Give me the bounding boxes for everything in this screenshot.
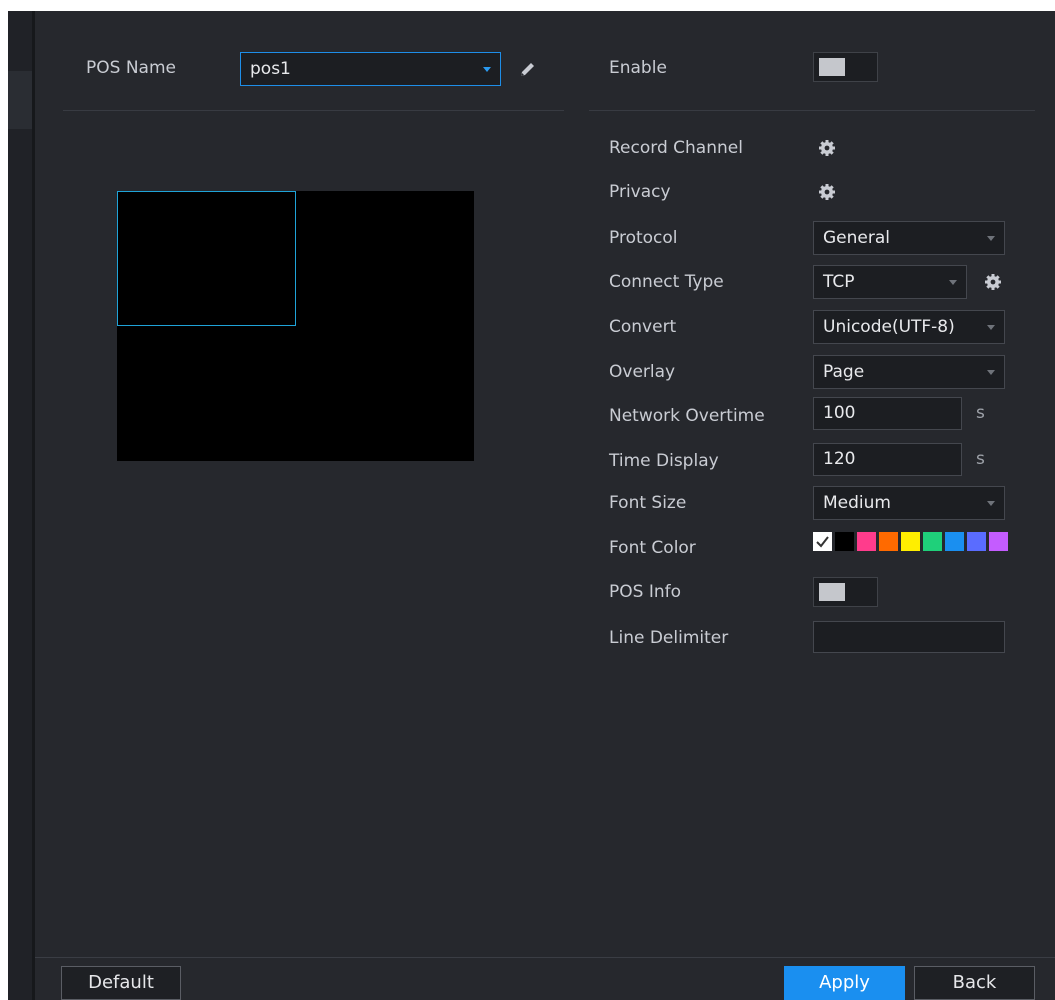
overlay-value: Page: [823, 362, 865, 382]
main-panel: [35, 11, 1055, 957]
font-color-swatch[interactable]: [879, 532, 898, 551]
font-size-value: Medium: [823, 493, 891, 513]
left-margin: [0, 11, 8, 1000]
font-color-swatch[interactable]: [923, 532, 942, 551]
network-overtime-input[interactable]: 100: [813, 397, 962, 430]
toggle-knob: [819, 58, 845, 76]
overlay-select[interactable]: Page: [813, 355, 1005, 389]
apply-button[interactable]: Apply: [784, 966, 905, 1000]
chevron-down-icon: [987, 325, 995, 330]
pencil-icon[interactable]: [517, 58, 539, 80]
gear-icon[interactable]: [984, 273, 1002, 291]
top-margin: [0, 0, 1055, 11]
right-divider: [589, 110, 1035, 111]
record-channel-label: Record Channel: [609, 138, 743, 158]
pos-name-label: POS Name: [86, 58, 176, 78]
toggle-knob: [819, 583, 845, 601]
pos-info-label: POS Info: [609, 582, 682, 602]
overlay-label: Overlay: [609, 362, 676, 382]
font-color-swatch[interactable]: [989, 532, 1008, 551]
chevron-down-icon: [483, 67, 491, 72]
protocol-select[interactable]: General: [813, 221, 1005, 255]
font-color-swatch-selected[interactable]: [813, 532, 832, 551]
chevron-down-icon: [949, 280, 957, 285]
line-delimiter-input[interactable]: [813, 621, 1005, 653]
line-delimiter-label: Line Delimiter: [609, 628, 729, 648]
chevron-down-icon: [987, 236, 995, 241]
connect-type-value: TCP: [823, 272, 855, 292]
font-color-swatch[interactable]: [967, 532, 986, 551]
privacy-label: Privacy: [609, 182, 671, 202]
sidebar-tab-active[interactable]: [8, 71, 32, 129]
protocol-label: Protocol: [609, 228, 678, 248]
connect-type-select[interactable]: TCP: [813, 265, 967, 299]
font-color-swatch[interactable]: [835, 532, 854, 551]
font-color-swatch[interactable]: [857, 532, 876, 551]
pos-info-toggle[interactable]: [813, 577, 878, 607]
gear-icon[interactable]: [818, 139, 836, 157]
sidebar: [8, 11, 32, 1000]
network-overtime-label: Network Overtime: [609, 406, 765, 426]
default-button[interactable]: Default: [61, 966, 181, 1000]
font-size-label: Font Size: [609, 493, 687, 513]
overlay-region-box[interactable]: [117, 191, 296, 326]
font-color-swatch[interactable]: [901, 532, 920, 551]
convert-value: Unicode(UTF-8): [823, 317, 955, 337]
chevron-down-icon: [987, 370, 995, 375]
chevron-down-icon: [987, 501, 995, 506]
back-button[interactable]: Back: [914, 966, 1035, 1000]
gear-icon[interactable]: [818, 183, 836, 201]
convert-label: Convert: [609, 317, 677, 337]
protocol-value: General: [823, 228, 890, 248]
network-overtime-unit: s: [976, 403, 985, 423]
left-divider: [63, 110, 564, 111]
pos-settings-window: POS Name pos1 Enable Record Channel Priv…: [0, 0, 1055, 1000]
enable-toggle[interactable]: [813, 52, 878, 82]
convert-select[interactable]: Unicode(UTF-8): [813, 310, 1005, 344]
time-display-label: Time Display: [609, 451, 719, 471]
time-display-input[interactable]: 120: [813, 443, 962, 476]
font-color-label: Font Color: [609, 538, 696, 558]
check-icon: [816, 536, 829, 548]
font-color-swatch[interactable]: [945, 532, 964, 551]
connect-type-label: Connect Type: [609, 272, 724, 292]
font-size-select[interactable]: Medium: [813, 486, 1005, 520]
pos-name-value: pos1: [250, 59, 291, 79]
pos-name-select[interactable]: pos1: [240, 52, 501, 86]
time-display-unit: s: [976, 449, 985, 469]
enable-label: Enable: [609, 58, 667, 78]
